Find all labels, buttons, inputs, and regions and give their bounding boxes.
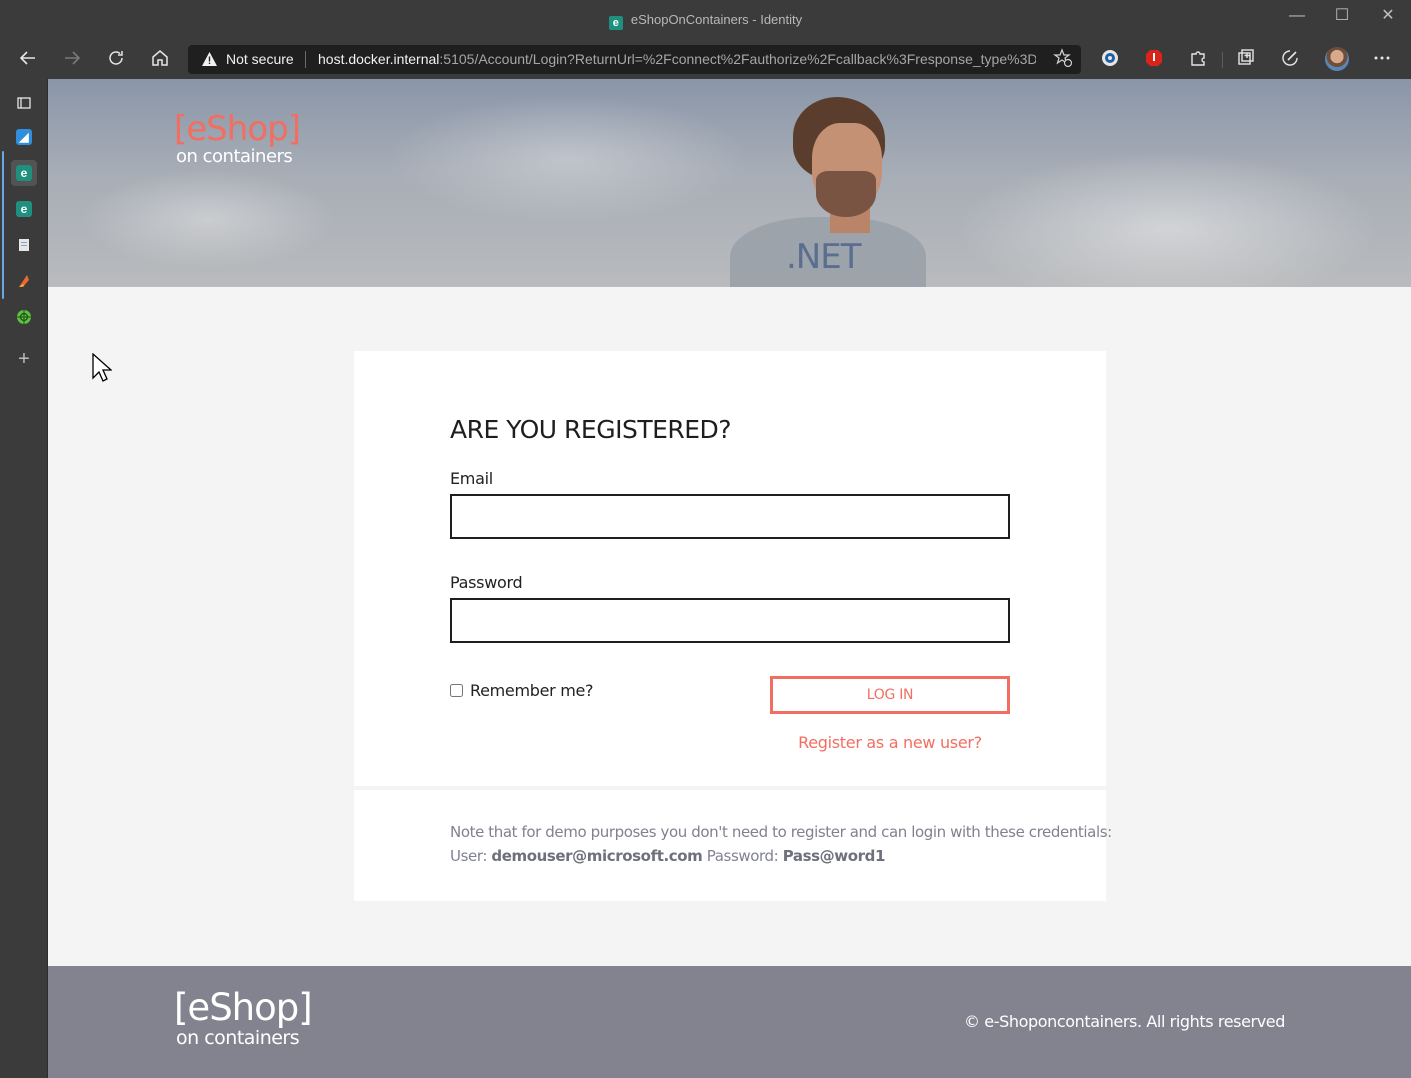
email-label: Email	[450, 469, 493, 488]
demo-credentials-note: Note that for demo purposes you don't ne…	[354, 790, 1112, 901]
back-arrow-icon[interactable]	[16, 48, 40, 72]
hero-person-beard	[816, 171, 876, 217]
note-password-label: Password:	[706, 847, 779, 865]
note-user-value: demouser@microsoft.com	[491, 847, 703, 865]
profile-avatar[interactable]	[1325, 47, 1349, 71]
register-link[interactable]: Register as a new user?	[770, 733, 1010, 752]
footer-logo-brand: [eShop]	[174, 986, 313, 1029]
note-password-value: Pass@word1	[782, 847, 886, 865]
app-icon: ◢	[16, 129, 32, 145]
eshop-logo[interactable]: [eShop] on containers	[174, 109, 301, 167]
window-title: e eShopOnContainers - Identity	[0, 12, 1411, 30]
footer-logo-subtitle: on containers	[176, 1027, 300, 1049]
extensions-icon[interactable]	[1186, 48, 1210, 72]
minimize-button[interactable]: —	[1285, 6, 1309, 26]
page-content: .NET [eShop] on containers ARE YOU REGIS…	[48, 79, 1411, 1078]
toolbar-divider	[1222, 52, 1223, 68]
extension-stop-icon[interactable]	[1142, 48, 1166, 72]
tab-green-globe-icon[interactable]	[11, 304, 37, 330]
remember-me-label: Remember me?	[470, 681, 594, 700]
footer: [eShop] on containers © e-Shoponcontaine…	[48, 966, 1411, 1078]
warning-icon	[202, 52, 217, 66]
not-secure-label[interactable]: Not secure	[226, 51, 294, 67]
logo-brand: [eShop]	[174, 109, 301, 149]
extension-identity-icon[interactable]	[1098, 48, 1122, 72]
hero-shirt-text: .NET	[786, 237, 861, 277]
home-icon[interactable]	[148, 48, 172, 72]
add-favorite-icon[interactable]	[1053, 48, 1073, 73]
more-menu-icon[interactable]	[1370, 48, 1394, 72]
maximize-button[interactable]: ☐	[1330, 6, 1354, 26]
address-bar[interactable]: Not secure host.docker.internal:5105/Acc…	[188, 45, 1081, 74]
vertical-tabs-sidebar: ◢ e e +	[0, 79, 48, 1078]
new-tab-button[interactable]: +	[11, 346, 37, 372]
logo-subtitle: on containers	[176, 146, 293, 167]
tab-actions-icon[interactable]	[11, 90, 37, 116]
mouse-cursor-icon	[92, 353, 112, 382]
login-card: ARE YOU REGISTERED? Email Password Remem…	[354, 351, 1106, 786]
tab-eshop[interactable]: e	[11, 196, 37, 222]
url-text[interactable]: host.docker.internal:5105/Account/Login?…	[318, 51, 1036, 67]
email-field[interactable]	[450, 494, 1010, 539]
note-user-label: User:	[450, 847, 487, 865]
eshop-favicon-icon: e	[16, 201, 32, 217]
footer-logo[interactable]: [eShop] on containers	[174, 986, 313, 1049]
tab-eshop-identity[interactable]: e	[11, 160, 37, 186]
address-divider	[305, 51, 306, 68]
window-titlebar: e eShopOnContainers - Identity — ☐ ✕	[0, 0, 1411, 40]
tab-app-icon[interactable]: ◢	[11, 124, 37, 150]
refresh-icon[interactable]	[104, 48, 128, 72]
tab-orange-app-icon[interactable]	[11, 268, 37, 294]
collections-icon[interactable]	[1234, 48, 1258, 72]
password-field[interactable]	[450, 598, 1010, 643]
close-button[interactable]: ✕	[1376, 6, 1400, 26]
tab-group-indicator	[2, 151, 4, 299]
eshop-favicon-icon: e	[608, 16, 623, 30]
forward-arrow-icon[interactable]	[60, 48, 84, 72]
remember-me-checkbox[interactable]	[450, 684, 463, 697]
remember-me[interactable]: Remember me?	[450, 681, 594, 700]
note-text: Note that for demo purposes you don't ne…	[450, 823, 1112, 841]
hero-banner: .NET [eShop] on containers	[48, 79, 1411, 287]
window-title-text: eShopOnContainers - Identity	[630, 12, 803, 27]
note-credentials: User: demouser@microsoft.com Password: P…	[450, 847, 885, 865]
url-path: :5105/Account/Login?ReturnUrl=%2Fconnect…	[439, 51, 1036, 67]
tab-document-icon[interactable]	[11, 232, 37, 258]
login-heading: ARE YOU REGISTERED?	[450, 415, 732, 444]
copyright-text: © e-Shoponcontainers. All rights reserve…	[963, 1012, 1285, 1031]
browser-toolbar: Not secure host.docker.internal:5105/Acc…	[0, 40, 1411, 79]
eshop-favicon-icon: e	[16, 165, 32, 181]
url-host: host.docker.internal	[318, 51, 440, 67]
password-label: Password	[450, 573, 523, 592]
performance-icon[interactable]	[1278, 48, 1302, 72]
login-button[interactable]: LOG IN	[770, 676, 1010, 714]
